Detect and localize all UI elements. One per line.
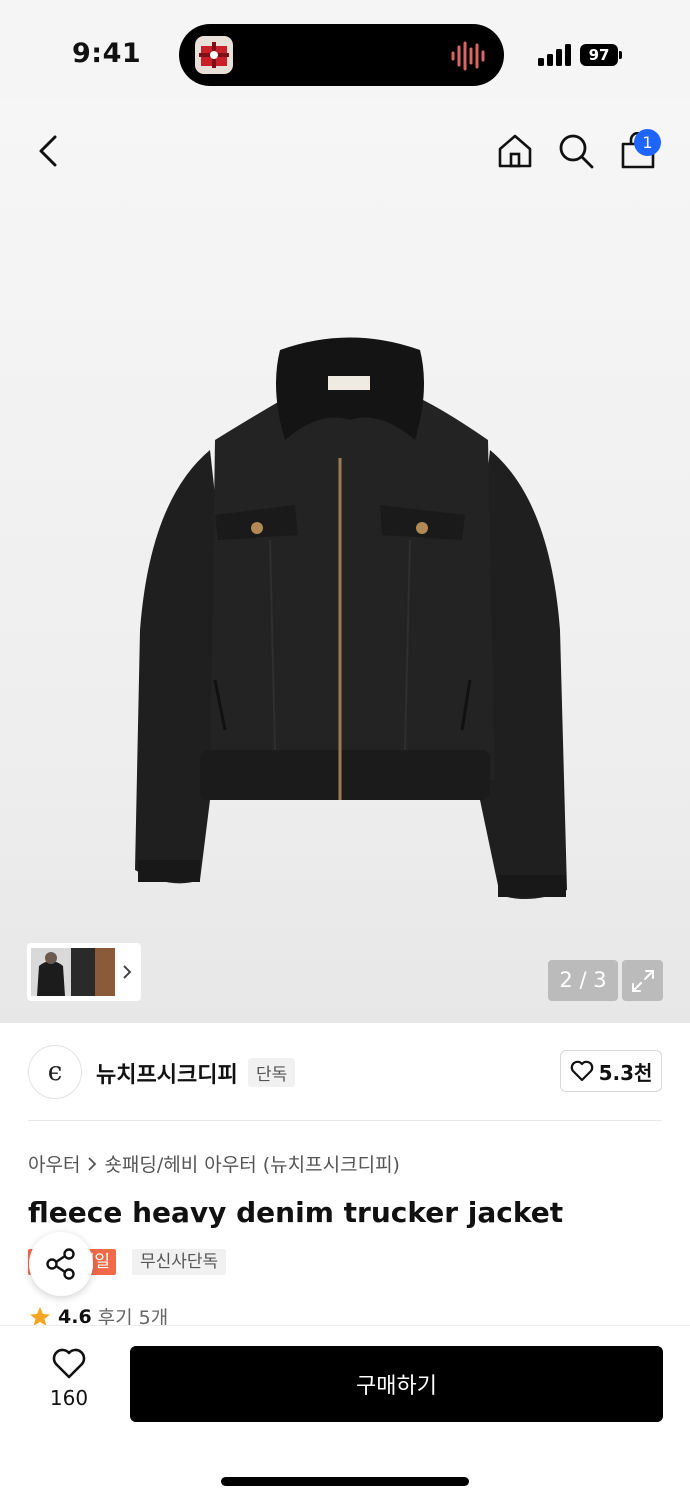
breadcrumb: 아우터 숏패딩/헤비 아우터 (뉴치프시크디피) — [28, 1150, 400, 1177]
brand-exclusive-tag: 단독 — [248, 1058, 296, 1087]
status-time: 9:41 — [72, 38, 142, 69]
cart-count-badge: 1 — [634, 129, 661, 156]
breadcrumb-item[interactable]: 숏패딩/헤비 아우터 (뉴치프시크디피) — [104, 1150, 400, 1177]
brand-name[interactable]: 뉴치프시크디피 — [96, 1057, 238, 1089]
search-icon — [559, 134, 594, 169]
buy-button[interactable]: 구매하기 — [130, 1346, 663, 1422]
thumbnail-strip[interactable] — [27, 943, 141, 1001]
exclusive-badge: 무신사단독 — [132, 1249, 227, 1275]
app-icon — [195, 36, 233, 74]
chevron-right-icon — [123, 965, 132, 979]
product-title: fleece heavy denim trucker jacket — [28, 1196, 564, 1229]
share-icon — [46, 1248, 75, 1280]
home-icon — [498, 134, 532, 168]
chevron-right-icon — [88, 1156, 97, 1171]
product-photo — [135, 337, 567, 899]
brand-like-count: 5.3천 — [598, 1060, 653, 1085]
heart-icon — [52, 1348, 86, 1379]
heart-icon — [570, 1060, 593, 1082]
dynamic-island — [179, 24, 504, 86]
divider — [28, 1120, 662, 1121]
thumbnail-images — [31, 948, 115, 996]
wishlist-count: 160 — [49, 1386, 89, 1410]
back-button[interactable] — [24, 127, 72, 175]
image-page-counter: 2 / 3 — [548, 960, 618, 1001]
audio-wave-icon — [451, 41, 485, 71]
battery-tip — [619, 51, 622, 59]
chevron-left-icon — [39, 135, 57, 167]
breadcrumb-item[interactable]: 아우터 — [28, 1150, 80, 1177]
brand-logo[interactable]: ϵ — [28, 1045, 82, 1099]
signal-icon — [538, 44, 571, 66]
status-bar: 9:41 97 — [0, 0, 690, 100]
battery-level: 97 — [580, 44, 618, 66]
home-indicator — [221, 1477, 469, 1486]
wishlist-button[interactable]: 160 — [40, 1348, 98, 1418]
share-button[interactable] — [29, 1232, 93, 1296]
expand-icon — [631, 969, 654, 992]
expand-button[interactable] — [622, 960, 663, 1001]
search-button[interactable] — [552, 127, 600, 175]
brand-logo-mark: ϵ — [47, 1057, 63, 1087]
bottom-action-bar: 160 구매하기 — [0, 1325, 690, 1501]
home-button[interactable] — [491, 127, 539, 175]
product-image-gallery[interactable]: 1 2 / 3 — [0, 100, 690, 1023]
battery-icon: 97 — [580, 44, 622, 66]
brand-like-button[interactable]: 5.3천 — [560, 1050, 662, 1092]
